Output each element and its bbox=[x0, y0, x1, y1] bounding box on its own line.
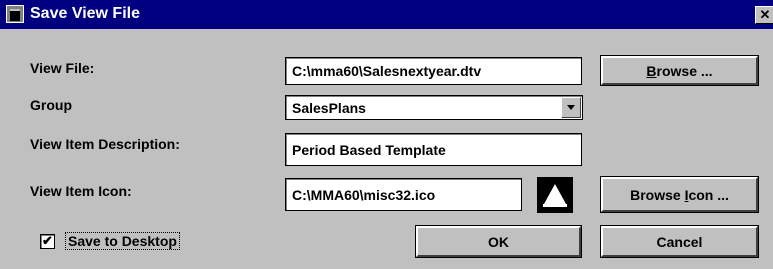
group-select[interactable]: SalesPlans bbox=[285, 95, 583, 120]
view-file-input[interactable]: C:\mma60\Salesnextyear.dtv bbox=[285, 57, 582, 85]
view-file-label: View File: bbox=[30, 60, 95, 76]
description-input[interactable]: Period Based Template bbox=[285, 133, 582, 166]
group-label: Group bbox=[30, 97, 72, 113]
icon-path-input[interactable]: C:\MMA60\misc32.ico bbox=[285, 178, 522, 211]
browse-icon-prefix: Browse bbox=[630, 186, 685, 203]
description-label: View Item Description: bbox=[30, 136, 180, 152]
save-to-desktop-checkbox[interactable]: ✔ bbox=[40, 234, 55, 249]
browse-icon-button[interactable]: Browse Icon ... bbox=[600, 176, 759, 213]
window-title: Save View File bbox=[30, 5, 140, 22]
bell-icon bbox=[537, 177, 573, 213]
save-to-desktop-label[interactable]: Save to Desktop bbox=[65, 232, 180, 250]
browse-button[interactable]: Browse ... bbox=[600, 55, 759, 86]
browse-mnemonic: B bbox=[646, 62, 657, 79]
title-bar[interactable]: Save View File ✕ bbox=[0, 0, 773, 29]
chevron-down-icon[interactable] bbox=[561, 97, 581, 118]
app-icon bbox=[6, 5, 24, 23]
browse-icon-rest: con ... bbox=[688, 186, 729, 203]
ok-button[interactable]: OK bbox=[415, 225, 582, 258]
browse-label-rest: rowse ... bbox=[656, 62, 713, 79]
cancel-button[interactable]: Cancel bbox=[600, 225, 759, 258]
group-selected-value: SalesPlans bbox=[292, 99, 366, 116]
close-button[interactable]: ✕ bbox=[755, 6, 773, 24]
icon-label: View Item Icon: bbox=[30, 183, 132, 199]
